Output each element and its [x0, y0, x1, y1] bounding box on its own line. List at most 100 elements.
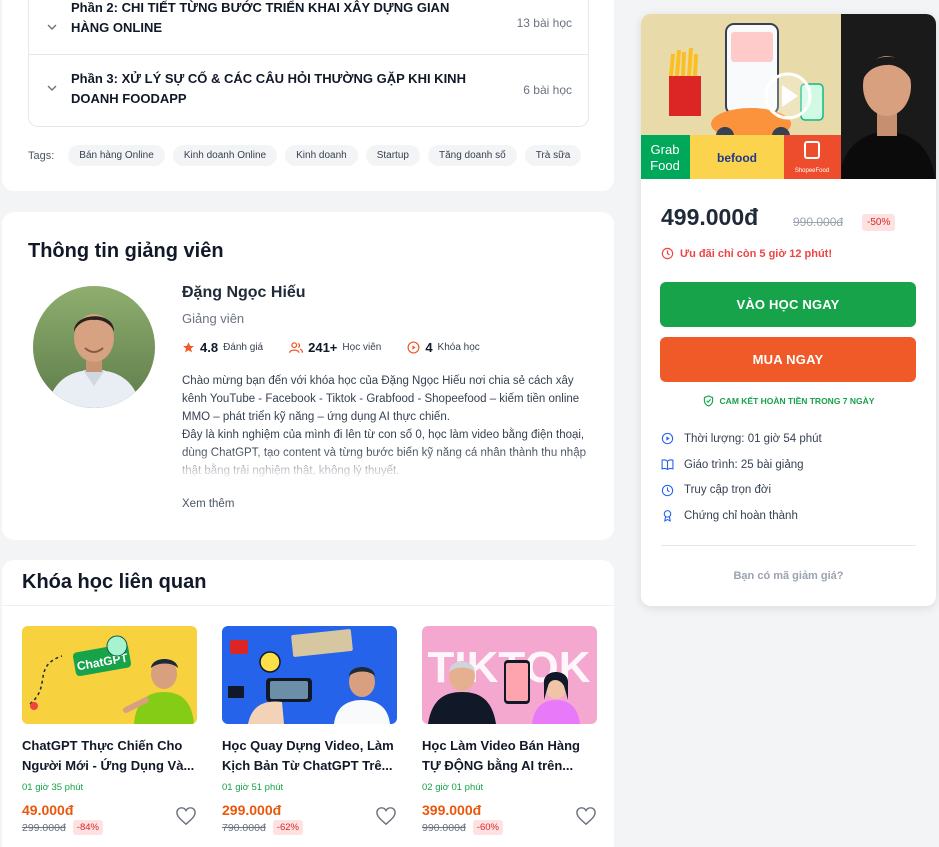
tag-chip[interactable]: Tăng doanh số [427, 145, 517, 166]
course-duration: 01 giờ 51 phút [222, 782, 284, 793]
shield-check-icon [703, 395, 713, 407]
buy-now-button[interactable]: MUA NGAY [660, 337, 916, 382]
feature-certificate: Chứng chỉ hoàn thành [661, 503, 822, 529]
tag-chip[interactable]: Bán hàng Online [68, 145, 165, 166]
instructor-role: Giảng viên [182, 311, 245, 326]
course-discount-badge: -84% [72, 820, 103, 835]
purchase-card: Grab Food befood ShopeeFood 499.000đ 990… [641, 14, 936, 606]
tag-chip[interactable]: Startup [365, 145, 420, 166]
curriculum-list: Phần 2: CHI TIẾT TỪNG BƯỚC TRIỂN KHAI XÂ… [28, 0, 589, 127]
tag-list: Tags: Bán hàng Online Kinh doanh Online … [28, 145, 582, 166]
star-icon [183, 342, 194, 353]
course-duration: 01 giờ 35 phút [22, 782, 84, 793]
feature-duration: Thời lượng: 01 giờ 54 phút [661, 426, 822, 452]
course-thumbnail[interactable] [222, 626, 397, 724]
section-lesson-count: 6 bài học [523, 83, 572, 97]
curriculum-section-2[interactable]: Phần 2: CHI TIẾT TỪNG BƯỚC TRIỂN KHAI XÂ… [29, 0, 588, 54]
feature-lifetime-access: Truy cập trọn đời [661, 477, 822, 503]
students-label: Học viên [342, 342, 382, 353]
course-title[interactable]: Học Quay Dựng Video, Làm Kịch Bản Từ Cha… [222, 736, 397, 776]
tag-chip[interactable]: Kinh doanh Online [172, 145, 278, 166]
course-old-price-row: 299.000đ -84% [22, 820, 197, 835]
section-heading: Khóa học liên quan [22, 571, 207, 593]
offer-countdown: Ưu đãi chỉ còn 5 giờ 12 phút! [661, 247, 832, 260]
courses-value: 4 [425, 340, 433, 355]
course-preview-video[interactable]: Grab Food befood ShopeeFood [641, 14, 936, 179]
section-lesson-count: 13 bài học [516, 16, 572, 30]
course-thumbnail[interactable]: TIKTOK [422, 626, 597, 724]
instructor-name[interactable]: Đặng Ngọc Hiếu [182, 284, 306, 302]
feature-text: Truy cập trọn đời [684, 484, 772, 497]
section-title: Phần 2: CHI TIẾT TỪNG BƯỚC TRIỂN KHAI XÂ… [71, 0, 450, 35]
instructor-avatar [33, 286, 155, 408]
instructor-card: Thông tin giảng viên Đặng Ngọc Hiếu Giản… [2, 212, 614, 540]
course-discount-badge: -60% [472, 820, 503, 835]
courses-label: Khóa học [437, 342, 480, 353]
original-price: 990.000đ [793, 215, 844, 229]
students-stat: 241+ Học viên [289, 340, 381, 355]
clock-icon [661, 484, 674, 496]
feature-text: Giáo trình: 25 bài giảng [684, 458, 804, 471]
bio-paragraph: Chào mừng bạn đến với khóa học của Đặng … [182, 375, 580, 423]
heart-icon[interactable] [375, 806, 397, 826]
offer-text: Ưu đãi chỉ còn 5 giờ 12 phút! [680, 247, 833, 260]
feature-text: Thời lượng: 01 giờ 54 phút [684, 432, 822, 445]
instructor-stats: 4.8 Đánh giá 241+ Học viên 4 Khóa học [182, 340, 480, 355]
course-thumbnail[interactable]: ChatGPT [22, 626, 197, 724]
tag-chip[interactable]: Kinh doanh [285, 145, 358, 166]
svg-text:Food: Food [650, 158, 680, 173]
shopeefood-logo: ShopeeFood [795, 168, 829, 174]
course-price: 49.000đ [22, 802, 74, 818]
course-old-price: 990.000đ [422, 821, 466, 834]
chevron-down-icon [47, 24, 57, 30]
heart-icon[interactable] [575, 806, 597, 826]
course-old-price-row: 790.000đ -62% [222, 820, 397, 835]
course-card[interactable]: TIKTOK Học Làm Video Bán Hàng TỰ ĐỘNG bằ… [422, 626, 597, 835]
rating-label: Đánh giá [223, 342, 264, 353]
curriculum-section-3[interactable]: Phần 3: XỬ LÝ SỰ CỐ & CÁC CÂU HỎI THƯỜNG… [29, 69, 588, 113]
course-title[interactable]: ChatGPT Thực Chiến Cho Người Mới - Ứng D… [22, 736, 197, 776]
course-old-price: 299.000đ [22, 821, 66, 834]
guarantee-text: CAM KẾT HOÀN TIỀN TRONG 7 NGÀY [719, 396, 875, 406]
tags-label: Tags: [28, 149, 55, 162]
course-old-price: 790.000đ [222, 821, 266, 834]
rating-stat: 4.8 Đánh giá [182, 340, 263, 355]
section-heading: Thông tin giảng viên [28, 240, 224, 262]
see-more-link[interactable]: Xem thêm [182, 498, 234, 510]
course-card[interactable]: Học Quay Dựng Video, Làm Kịch Bản Từ Cha… [222, 626, 397, 835]
award-icon [663, 510, 672, 523]
course-title[interactable]: Học Làm Video Bán Hàng TỰ ĐỘNG bằng AI t… [422, 736, 597, 776]
grabfood-logo: Grab [651, 142, 680, 157]
chevron-down-icon [47, 85, 57, 91]
play-circle-icon [407, 341, 420, 354]
section-title: Phần 3: XỬ LÝ SỰ CỐ & CÁC CÂU HỎI THƯỜNG… [71, 71, 466, 106]
befood-logo: befood [717, 151, 757, 165]
course-features: Thời lượng: 01 giờ 54 phút Giáo trình: 2… [661, 426, 822, 529]
related-courses-card: Khóa học liên quan ChatGPT ChatGPT Thực … [2, 560, 614, 847]
discount-badge: -50% [862, 214, 896, 231]
divider [29, 54, 588, 55]
course-price: 299.000đ [222, 802, 282, 818]
divider [2, 605, 614, 606]
feature-text: Chứng chỉ hoàn thành [684, 509, 798, 522]
play-circle-icon [661, 433, 674, 445]
courses-stat: 4 Khóa học [407, 340, 480, 355]
refund-guarantee: CAM KẾT HOÀN TIỀN TRONG 7 NGÀY [641, 395, 936, 407]
users-icon [289, 342, 304, 353]
current-price: 499.000đ [661, 204, 759, 230]
clock-icon [661, 247, 674, 260]
enroll-now-button[interactable]: VÀO HỌC NGAY [660, 282, 916, 327]
divider [661, 545, 916, 546]
heart-icon[interactable] [175, 806, 197, 826]
bio-fade [182, 448, 587, 480]
course-discount-badge: -62% [272, 820, 303, 835]
coupon-link[interactable]: Bạn có mã giảm giá? [641, 570, 936, 582]
feature-curriculum: Giáo trình: 25 bài giảng [661, 452, 822, 478]
tag-chip[interactable]: Trà sữa [524, 145, 582, 166]
course-price: 399.000đ [422, 802, 482, 818]
students-value: 241+ [308, 340, 338, 355]
course-duration: 02 giờ 01 phút [422, 782, 484, 793]
rating-value: 4.8 [200, 340, 219, 355]
course-card[interactable]: ChatGPT ChatGPT Thực Chiến Cho Người Mới… [22, 626, 197, 835]
curriculum-card: Phần 2: CHI TIẾT TỪNG BƯỚC TRIỂN KHAI XÂ… [2, 0, 614, 191]
